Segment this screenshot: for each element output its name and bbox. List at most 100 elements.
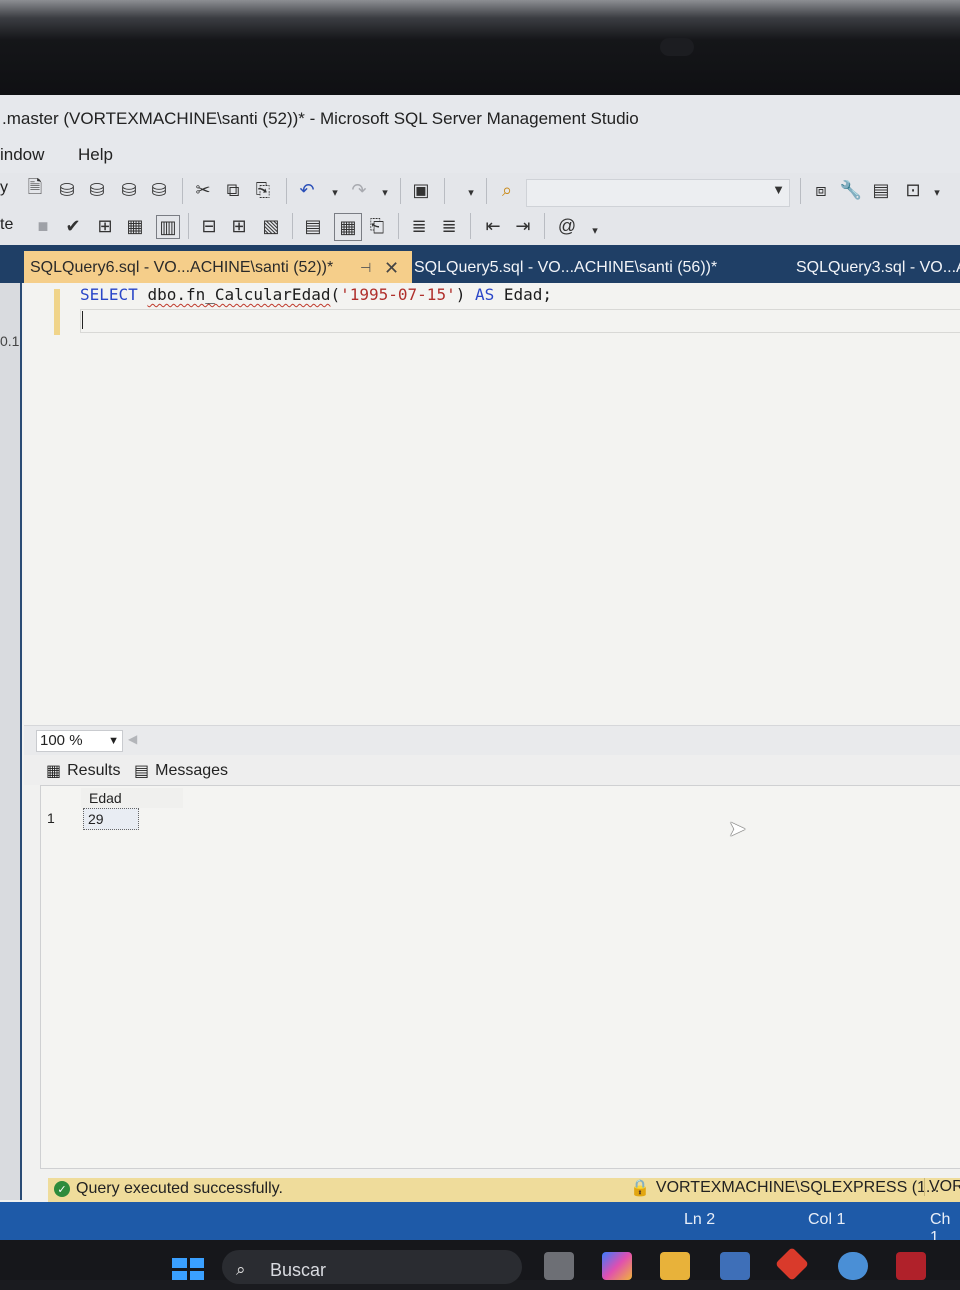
toolbar-separator	[544, 213, 545, 239]
chevron-down-icon[interactable]: ▼	[108, 731, 119, 751]
menu-help[interactable]: Help	[78, 145, 113, 165]
toolbar-separator	[292, 213, 293, 239]
paste-icon[interactable]: ⎘	[252, 179, 274, 201]
undo-icon[interactable]: ↶	[296, 179, 318, 201]
estimated-plan-icon[interactable]: ⊞	[94, 215, 116, 237]
toolbar-separator	[400, 178, 401, 204]
query-status: ✓ Query executed successfully.	[54, 1180, 283, 1198]
zoom-value: 100 %	[40, 732, 83, 749]
toolbar-separator	[444, 178, 445, 204]
check-circle-icon: ✓	[54, 1181, 70, 1197]
mdx-query-icon[interactable]: ⛁	[56, 179, 78, 201]
copilot-icon[interactable]	[602, 1252, 632, 1280]
webcam	[660, 38, 694, 56]
search-combo[interactable]: ▼	[526, 179, 790, 207]
undo-dropdown-icon[interactable]: ▾	[324, 181, 346, 203]
query-options-icon[interactable]: ▦	[124, 215, 146, 237]
search-icon: ⌕	[236, 1260, 246, 1279]
server-status: 🔒 VORTEXMACHINE\SQLEXPRESS (1...	[630, 1178, 939, 1198]
xmla-query-icon[interactable]: ⛁	[118, 179, 140, 201]
parse-check-icon[interactable]: ✔	[62, 215, 84, 237]
text-caret	[82, 311, 83, 329]
column-header-edad[interactable]: Edad	[81, 788, 183, 808]
mcafee-icon[interactable]	[896, 1252, 926, 1280]
code-line-1[interactable]: SELECT dbo.fn_CalcularEdad('1995-07-15')…	[80, 285, 552, 304]
dax-query-icon[interactable]: ⛁	[148, 179, 170, 201]
solution-explorer-icon[interactable]: ⧈	[810, 179, 832, 201]
tab-sqlquery5[interactable]: SQLQuery5.sql - VO...ACHINE\santi (56))*	[408, 251, 717, 283]
results-grid[interactable]: Edad 1 29	[40, 785, 960, 1169]
tab-results[interactable]: ▦ Results	[46, 761, 120, 781]
decrease-indent-icon[interactable]: ⇤	[482, 215, 504, 237]
standard-toolbar: y 🗎 ⛁ ⛁ ⛁ ⛁ ✂ ⧉ ⎘ ↶ ▾ ↷ ▾ ▣ ▾ ⌕ ▼ ⧈ 🔧 ▤ …	[0, 173, 960, 209]
live-stats-icon[interactable]: ⊞	[228, 215, 250, 237]
find-icon[interactable]: ⌕	[496, 179, 518, 201]
pin-icon[interactable]: ⊣	[360, 251, 371, 285]
windows-start-icon[interactable]	[172, 1258, 204, 1280]
store-icon[interactable]	[720, 1252, 750, 1280]
activity-monitor-icon[interactable]: ▣	[410, 179, 432, 201]
query-editor[interactable]: SELECT dbo.fn_CalcularEdad('1995-07-15')…	[24, 283, 960, 725]
sql-editor-toolbar: te ■ ✔ ⊞ ▦ ▥ ⊟ ⊞ ▧ ▤ ▦ ⎗ ≣ ≣ ⇤ ⇥ @ ▾	[0, 207, 960, 246]
tab-messages[interactable]: ▤ Messages	[134, 761, 228, 781]
new-query-icon[interactable]: 🗎	[24, 177, 46, 201]
grid-cell-edad[interactable]: 29	[83, 808, 139, 830]
stop-icon[interactable]: ■	[32, 215, 54, 237]
document-tabstrip: SQLQuery6.sql - VO...ACHINE\santi (52))*…	[0, 245, 960, 283]
properties-wrench-icon[interactable]: 🔧	[840, 179, 862, 201]
cut-icon[interactable]: ✂	[192, 179, 214, 201]
date-literal: '1995-07-15'	[340, 285, 456, 304]
toolbox-icon[interactable]: ▤	[870, 179, 892, 201]
dropdown-icon[interactable]: ▾	[926, 181, 948, 203]
close-icon[interactable]: ✕	[384, 251, 399, 285]
dropdown-icon[interactable]: ▾	[460, 181, 482, 203]
ssms-icon[interactable]	[838, 1252, 868, 1280]
scroll-left-icon[interactable]: ◀	[128, 732, 137, 746]
uncomment-icon[interactable]: ≣	[438, 215, 460, 237]
taskbar-search[interactable]: Buscar	[222, 1250, 522, 1284]
keyword-select: SELECT	[80, 285, 138, 304]
file-explorer-icon[interactable]	[660, 1252, 690, 1280]
tab-sqlquery6[interactable]: SQLQuery6.sql - VO...ACHINE\santi (52))*…	[24, 251, 412, 283]
row-number[interactable]: 1	[47, 810, 55, 826]
redo-dropdown-icon[interactable]: ▾	[374, 181, 396, 203]
object-explorer-strip[interactable]: 0.1	[0, 283, 22, 1200]
increase-indent-icon[interactable]: ⇥	[512, 215, 534, 237]
client-stats-icon[interactable]: ▧	[260, 215, 282, 237]
keyword-as: AS	[474, 285, 495, 304]
include-plan-icon[interactable]: ⊟	[198, 215, 220, 237]
dmx-query-icon[interactable]: ⛁	[86, 179, 108, 201]
redo-icon[interactable]: ↷	[348, 179, 370, 201]
comment-icon[interactable]: ≣	[408, 215, 430, 237]
monitor-bezel	[0, 0, 960, 95]
chevron-down-icon[interactable]: ▼	[772, 182, 785, 197]
zoom-select[interactable]: 100 % ▼	[36, 730, 123, 752]
toolbar-separator	[182, 178, 183, 204]
intellisense-icon[interactable]: ▥	[156, 215, 180, 239]
lock-icon: 🔒	[630, 1180, 650, 1197]
task-view-icon[interactable]	[544, 1252, 574, 1280]
tab-results-label: Results	[67, 762, 121, 779]
git-icon[interactable]	[775, 1247, 809, 1281]
line-number: Ln 2	[684, 1211, 716, 1228]
results-to-file-icon[interactable]: ⎗	[366, 215, 388, 237]
specify-values-icon[interactable]: @	[556, 215, 578, 237]
toolbar-separator	[188, 213, 189, 239]
toolbar-fragment[interactable]: y	[0, 179, 8, 197]
tab-sqlquery3[interactable]: SQLQuery3.sql - VO...A	[790, 251, 960, 283]
search-placeholder: Buscar	[270, 1260, 327, 1280]
toolbar-separator	[286, 178, 287, 204]
results-tabstrip: ▦ Results ▤ Messages	[24, 755, 960, 785]
messages-icon: ▤	[134, 763, 150, 780]
results-to-grid-icon[interactable]: ▦	[334, 213, 362, 241]
toolbar-separator	[470, 213, 471, 239]
menu-window[interactable]: indow	[0, 145, 44, 165]
terminal-icon[interactable]: ⊡	[902, 179, 924, 201]
window-title: .master (VORTEXMACHINE\santi (52))* - Mi…	[0, 95, 960, 135]
toolbar-separator	[398, 213, 399, 239]
results-to-text-icon[interactable]: ▤	[302, 215, 324, 237]
toolbar-fragment[interactable]: te	[0, 216, 13, 234]
overflow-icon[interactable]: ▾	[584, 219, 606, 241]
copy-icon[interactable]: ⧉	[222, 179, 244, 201]
open-paren: (	[330, 285, 341, 304]
